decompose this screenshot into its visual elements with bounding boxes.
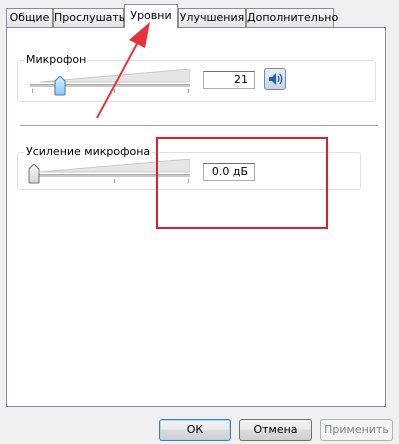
boost-slider-wedge [40, 159, 190, 173]
apply-button[interactable]: Применить [320, 419, 393, 441]
microphone-boost-group: Усиление микрофона 0.0 дБ [17, 145, 361, 190]
microphone-level-field[interactable]: 21 [203, 71, 255, 89]
boost-slider-thumb[interactable] [28, 164, 40, 184]
microphone-slider-tick [188, 89, 189, 93]
microphone-slider-tick [32, 89, 33, 93]
microphone-group: Микрофон 21 [17, 53, 376, 102]
microphone-label: Микрофон [24, 53, 89, 66]
microphone-slider-tick [114, 89, 115, 93]
tab-advanced[interactable]: Дополнительно [246, 8, 338, 27]
boost-slider-track [30, 174, 190, 177]
section-divider [20, 125, 378, 127]
microphone-boost-slider[interactable] [28, 157, 193, 187]
tab-general[interactable]: Общие [6, 8, 53, 27]
microphone-slider-thumb[interactable] [54, 76, 66, 96]
boost-slider-tick [114, 179, 115, 183]
tab-enhancements[interactable]: Улучшения [178, 8, 246, 27]
tab-listen[interactable]: Прослушать [53, 8, 125, 27]
boost-slider-tick [188, 179, 189, 183]
ok-button[interactable]: ОК [159, 419, 231, 441]
microphone-slider[interactable] [28, 67, 193, 97]
mute-button[interactable] [264, 68, 286, 90]
levels-panel: Микрофон 21 Усиление микрофона 0.0 дБ [6, 27, 386, 407]
tab-levels[interactable]: Уровни [124, 4, 178, 28]
speaker-icon [269, 73, 283, 85]
cancel-button[interactable]: Отмена [239, 419, 312, 441]
microphone-boost-field[interactable]: 0.0 дБ [203, 163, 255, 181]
